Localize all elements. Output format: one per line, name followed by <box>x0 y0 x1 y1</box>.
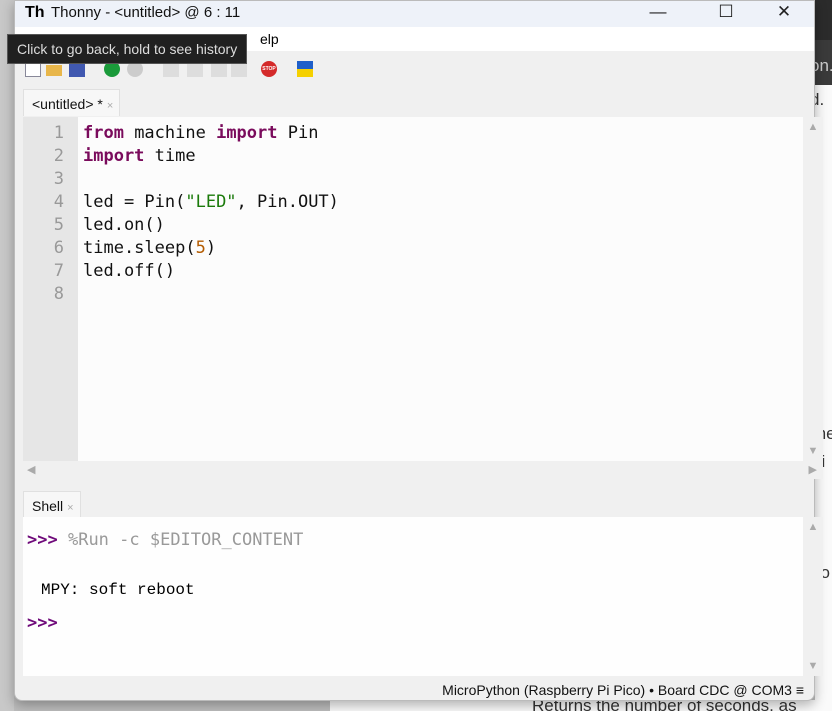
open-file-icon[interactable] <box>46 65 62 76</box>
interpreter-status[interactable]: MicroPython (Raspberry Pi Pico) <box>442 682 645 698</box>
close-button[interactable]: ✕ <box>761 1 807 27</box>
tab-shell[interactable]: Shell × <box>23 491 81 518</box>
stop-icon[interactable]: STOP <box>261 61 277 77</box>
code-token: time <box>144 146 196 166</box>
tab-untitled[interactable]: <untitled> * × <box>23 89 121 116</box>
bg-text: Returns the number of seconds, as <box>532 700 797 711</box>
code-token: from <box>83 123 124 143</box>
code-token: 5 <box>195 238 206 258</box>
line-number: 8 <box>53 284 64 304</box>
code-token: Pin <box>277 123 319 143</box>
shell-prompt: >>> <box>27 530 58 550</box>
minimize-button[interactable]: — <box>635 1 681 27</box>
code-editor[interactable]: 1 2 3 4 5 6 7 8 from machine import Pin i… <box>23 117 823 461</box>
line-number-gutter: 1 2 3 4 5 6 7 8 <box>23 117 78 461</box>
editor-horizontal-scrollbar[interactable]: ◀ ▶ <box>23 461 823 479</box>
shell-prompt: >>> <box>27 613 58 633</box>
line-number: 7 <box>53 261 64 281</box>
code-line: from machine import Pin <box>83 123 318 143</box>
tab-label: Shell <box>32 498 64 514</box>
line-number: 1 <box>53 123 64 143</box>
code-line: led = Pin("LED", Pin.OUT) <box>83 192 339 212</box>
code-line: import time <box>83 146 196 166</box>
tab-close-icon[interactable]: × <box>67 502 73 514</box>
code-token: led.off() <box>83 261 176 281</box>
status-menu-icon[interactable]: ≡ <box>796 682 804 698</box>
code-token: time.sleep( <box>83 238 196 258</box>
shell-vertical-scrollbar[interactable]: ▲ ▼ <box>803 517 823 676</box>
line-number: 5 <box>53 215 64 235</box>
code-token: import <box>83 146 145 166</box>
line-number: 6 <box>53 238 64 258</box>
back-tooltip: Click to go back, hold to see history <box>7 34 248 64</box>
code-token: , Pin.OUT) <box>236 192 339 212</box>
status-separator: • <box>649 682 655 698</box>
background-bottom: Returns the number of seconds, as <box>330 700 832 711</box>
thonny-logo: Th <box>25 4 45 21</box>
code-line: time.sleep(5) <box>83 238 216 258</box>
ukraine-flag-icon[interactable] <box>297 61 313 77</box>
editor-vertical-scrollbar[interactable]: ▲ ▼ <box>803 117 823 461</box>
title-bar: Th Thonny - <untitled> @ 6 : 11 — ☐ ✕ <box>15 1 814 27</box>
code-token: machine <box>123 123 217 143</box>
code-token: led.on() <box>83 215 165 235</box>
menu-help[interactable]: elp <box>260 31 279 47</box>
code-line: led.off() <box>83 261 175 281</box>
line-number: 2 <box>53 146 64 166</box>
window-title: Thonny - <untitled> @ 6 : 11 <box>51 4 241 21</box>
maximize-button[interactable]: ☐ <box>703 1 749 27</box>
line-number: 4 <box>53 192 64 212</box>
background-left <box>0 0 14 711</box>
port-status[interactable]: Board CDC @ COM3 <box>658 682 792 698</box>
code-line: led.on() <box>83 215 165 235</box>
line-number: 3 <box>53 169 64 189</box>
status-bar: MicroPython (Raspberry Pi Pico) • Board … <box>442 682 804 698</box>
shell-command: %Run -c $EDITOR_CONTENT <box>67 530 304 550</box>
code-token: import <box>216 123 278 143</box>
code-token: ) <box>205 238 217 258</box>
thonny-window: Th Thonny - <untitled> @ 6 : 11 — ☐ ✕ el… <box>14 0 823 701</box>
code-token: "LED" <box>185 192 237 212</box>
tab-close-icon[interactable]: × <box>107 100 113 112</box>
shell-output: MPY: soft reboot <box>41 581 195 599</box>
shell-panel[interactable]: >>> %Run -c $EDITOR_CONTENT MPY: soft re… <box>23 517 823 676</box>
code-token: led = Pin( <box>83 192 186 212</box>
tab-label: <untitled> * <box>32 96 103 112</box>
